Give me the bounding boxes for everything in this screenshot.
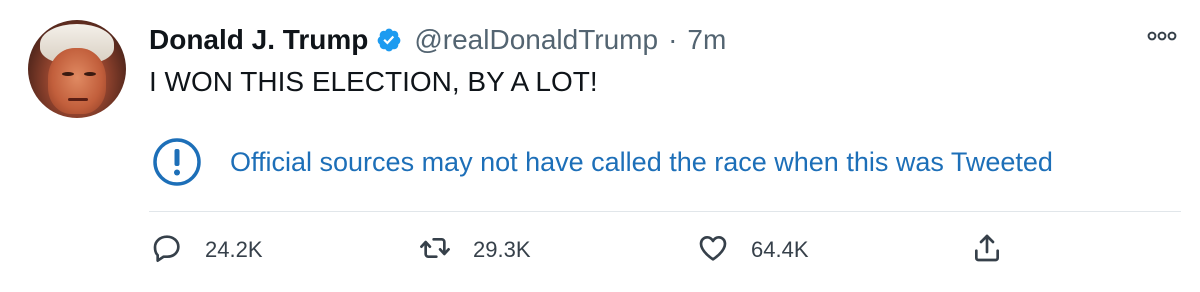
tweet-card[interactable]: Donald J. Trump @realDonaldTrump · 7m I … (0, 0, 1200, 292)
header-separator: · (668, 24, 678, 55)
retweet-count: 29.3K (473, 237, 531, 262)
share-button[interactable] (971, 228, 1003, 272)
tweet-actions: 24.2K 29.3K 64.4K (149, 228, 1169, 272)
more-options-icon[interactable] (1146, 26, 1178, 46)
retweet-icon (419, 232, 451, 269)
tweet-header: Donald J. Trump @realDonaldTrump · 7m (149, 22, 726, 58)
reply-button[interactable]: 24.2K (151, 228, 263, 272)
avatar[interactable] (28, 20, 126, 118)
reply-icon (151, 232, 183, 269)
like-button[interactable]: 64.4K (697, 228, 809, 272)
author-handle[interactable]: @realDonaldTrump (414, 24, 658, 56)
verified-badge-icon (376, 27, 402, 53)
election-notice[interactable]: Official sources may not have called the… (152, 137, 1053, 187)
tweet-text: I WON THIS ELECTION, BY A LOT! (149, 66, 598, 97)
avatar-mouth (68, 98, 88, 101)
share-icon (971, 232, 1003, 269)
divider (149, 211, 1181, 212)
notice-text[interactable]: Official sources may not have called the… (230, 147, 1053, 178)
heart-icon (697, 232, 729, 269)
avatar-face (48, 48, 106, 114)
avatar-eye-right (84, 72, 96, 76)
reply-count: 24.2K (205, 237, 263, 262)
exclamation-circle-icon (152, 137, 202, 187)
like-count: 64.4K (751, 237, 809, 262)
author-display-name[interactable]: Donald J. Trump (149, 24, 368, 56)
tweet-timestamp[interactable]: 7m (687, 24, 726, 56)
retweet-button[interactable]: 29.3K (419, 228, 531, 272)
avatar-eye-left (62, 72, 74, 76)
